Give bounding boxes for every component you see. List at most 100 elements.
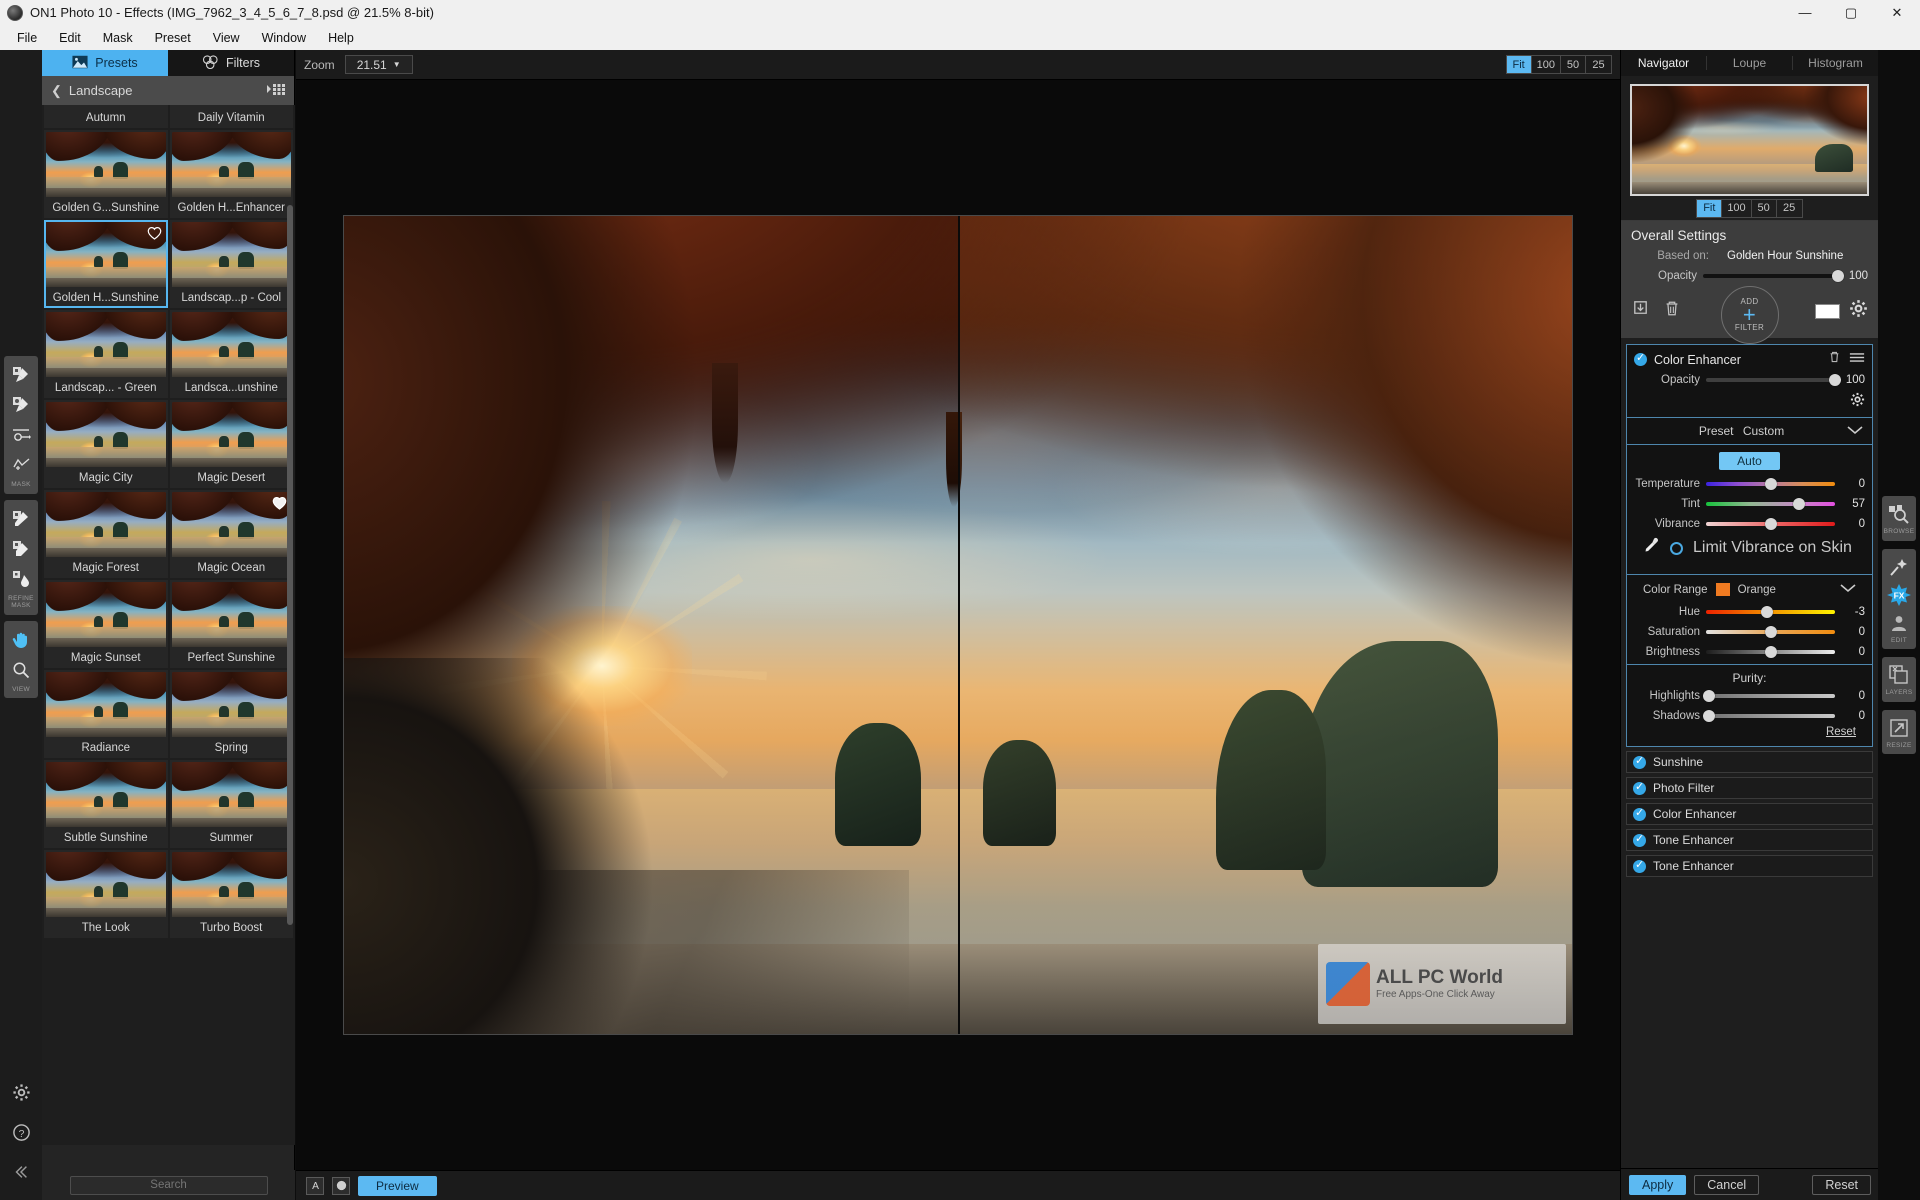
- collapse-icon[interactable]: [7, 1158, 35, 1186]
- presets-scroll-area[interactable]: Autumn Daily Vitamin Golden G...Sunshine Go…: [42, 105, 295, 1145]
- masking-bug-icon[interactable]: [7, 421, 35, 449]
- filter-stack-item[interactable]: Photo Filter: [1626, 777, 1873, 799]
- preset-item[interactable]: Magic Desert: [169, 400, 293, 488]
- minimize-button[interactable]: —: [1782, 0, 1828, 25]
- blur-brush-icon[interactable]: [7, 565, 35, 593]
- tab-navigator[interactable]: Navigator: [1621, 56, 1707, 70]
- filter-enabled-checkbox[interactable]: [1633, 832, 1646, 847]
- mask-view-icon[interactable]: [332, 1176, 350, 1195]
- menu-mask[interactable]: Mask: [92, 28, 144, 48]
- tab-filters[interactable]: Filters: [168, 50, 294, 76]
- navigator-zoom-25-button[interactable]: 25: [1777, 200, 1802, 217]
- module-browse[interactable]: BROWSE: [1882, 496, 1916, 541]
- saturation-slider[interactable]: Saturation 0: [1634, 626, 1865, 638]
- limit-vibrance-radio[interactable]: [1670, 541, 1683, 555]
- chevron-down-icon[interactable]: [1840, 583, 1856, 596]
- photo-preview[interactable]: ALL PC World Free Apps-One Click Away: [343, 215, 1573, 1035]
- purity-shadows-slider[interactable]: Shadows 0: [1634, 710, 1865, 722]
- preset-item[interactable]: Perfect Sunshine: [169, 580, 293, 668]
- masking-brush-icon[interactable]: [7, 361, 35, 389]
- navigator-zoom-50-button[interactable]: 50: [1752, 199, 1777, 217]
- filter-stack-item[interactable]: Tone Enhancer: [1626, 829, 1873, 851]
- trash-icon[interactable]: [1663, 299, 1687, 323]
- chevron-left-icon[interactable]: ❮: [51, 83, 62, 99]
- fx-icon[interactable]: FX: [1884, 581, 1914, 609]
- tab-loupe[interactable]: Loupe: [1707, 56, 1793, 70]
- filter-preset-row[interactable]: Preset Custom: [1627, 418, 1872, 444]
- module-resize[interactable]: RESIZE: [1882, 709, 1916, 754]
- preset-item[interactable]: Magic Forest: [44, 490, 168, 578]
- limit-vibrance-row[interactable]: Limit Vibrance on Skin: [1634, 530, 1865, 568]
- preset-item[interactable]: Golden H...Enhancer: [169, 130, 293, 218]
- filter-stack-item[interactable]: Color Enhancer: [1626, 803, 1873, 825]
- filter-stack-item[interactable]: Tone Enhancer: [1626, 855, 1873, 877]
- layers-icon[interactable]: [1884, 661, 1914, 689]
- eyedropper-icon[interactable]: [1643, 537, 1660, 559]
- preset-item[interactable]: Magic Ocean: [169, 490, 293, 578]
- gear-icon[interactable]: [1849, 299, 1868, 323]
- filter-stack-item[interactable]: Sunshine: [1626, 751, 1873, 773]
- compare-a-icon[interactable]: A: [306, 1176, 324, 1195]
- gear-icon[interactable]: [1850, 392, 1865, 412]
- navigator-thumbnail[interactable]: [1630, 84, 1869, 196]
- filter-enabled-checkbox[interactable]: [1633, 806, 1646, 821]
- chevron-down-icon[interactable]: [1847, 424, 1863, 438]
- search-input[interactable]: [69, 1175, 268, 1195]
- before-after-split-line[interactable]: [958, 216, 960, 1034]
- preset-item[interactable]: Landsca...unshine: [169, 310, 293, 398]
- preset-item[interactable]: Landscap... - Green: [44, 310, 168, 398]
- add-filter-button[interactable]: ADD + FILTER: [1720, 286, 1779, 344]
- brightness-slider[interactable]: Brightness 0: [1634, 646, 1865, 658]
- color-enhancer-opacity-slider[interactable]: Opacity 100: [1634, 374, 1865, 386]
- preset-item[interactable]: Landscap...p - Cool: [169, 220, 293, 308]
- tab-presets[interactable]: Presets: [42, 50, 168, 76]
- presets-scrollbar[interactable]: [287, 205, 293, 925]
- zoom-tool-icon[interactable]: [7, 656, 35, 684]
- apply-button[interactable]: Apply: [1629, 1174, 1687, 1195]
- hamburger-menu-icon[interactable]: [1849, 351, 1865, 369]
- module-edit[interactable]: FX EDIT: [1882, 548, 1916, 649]
- quick-mask-icon[interactable]: [7, 451, 35, 479]
- vibrance-slider[interactable]: Vibrance 0: [1634, 518, 1865, 530]
- temperature-slider[interactable]: Temperature 0: [1634, 478, 1865, 490]
- menu-window[interactable]: Window: [251, 28, 317, 48]
- preset-item[interactable]: Golden G...Sunshine: [44, 130, 168, 218]
- filter-reset-link[interactable]: Reset: [1826, 726, 1856, 738]
- canvas-fit-button[interactable]: Fit: [1506, 56, 1532, 73]
- breadcrumb[interactable]: ❮ Landscape: [42, 76, 294, 105]
- preset-item[interactable]: Radiance: [44, 670, 168, 758]
- canvas-zoom-25-button[interactable]: 25: [1586, 56, 1611, 73]
- preset-item[interactable]: Magic City: [44, 400, 168, 488]
- cancel-button[interactable]: Cancel: [1694, 1174, 1760, 1195]
- tint-slider[interactable]: Tint 57: [1634, 498, 1865, 510]
- module-layers[interactable]: LAYERS: [1882, 657, 1916, 702]
- canvas-zoom-50-button[interactable]: 50: [1561, 56, 1586, 73]
- trash-icon[interactable]: [1828, 350, 1841, 369]
- filter-enabled-checkbox[interactable]: [1633, 754, 1646, 769]
- zoom-input[interactable]: 21.51 ▼: [344, 55, 413, 74]
- menu-help[interactable]: Help: [317, 28, 365, 48]
- tab-histogram[interactable]: Histogram: [1793, 56, 1878, 70]
- canvas-zoom-100-button[interactable]: 100: [1532, 56, 1561, 73]
- preset-item[interactable]: Golden H...Sunshine: [44, 220, 168, 308]
- hue-slider[interactable]: Hue -3: [1634, 606, 1865, 618]
- perfect-brush-icon[interactable]: [7, 391, 35, 419]
- portrait-icon[interactable]: [1884, 609, 1914, 637]
- navigator-fit-button[interactable]: Fit: [1697, 199, 1723, 217]
- save-preset-icon[interactable]: [1631, 299, 1655, 323]
- reset-button[interactable]: Reset: [1812, 1174, 1871, 1195]
- resize-icon[interactable]: [1884, 714, 1914, 742]
- chevron-down-icon[interactable]: ▼: [393, 60, 401, 69]
- color-swatch[interactable]: [1815, 303, 1840, 319]
- color-enhancer-enabled-checkbox[interactable]: [1634, 351, 1647, 366]
- menu-edit[interactable]: Edit: [48, 28, 92, 48]
- preset-item[interactable]: Daily Vitamin: [169, 105, 293, 128]
- hand-tool-icon[interactable]: [7, 626, 35, 654]
- menu-file[interactable]: File: [6, 28, 48, 48]
- close-button[interactable]: ✕: [1874, 0, 1920, 25]
- preview-button[interactable]: Preview: [358, 1175, 437, 1196]
- navigator-zoom-100-button[interactable]: 100: [1722, 199, 1752, 217]
- preset-item[interactable]: Summer: [169, 760, 293, 848]
- browse-icon[interactable]: [1884, 500, 1914, 528]
- purity-highlights-slider[interactable]: Highlights 0: [1634, 690, 1865, 702]
